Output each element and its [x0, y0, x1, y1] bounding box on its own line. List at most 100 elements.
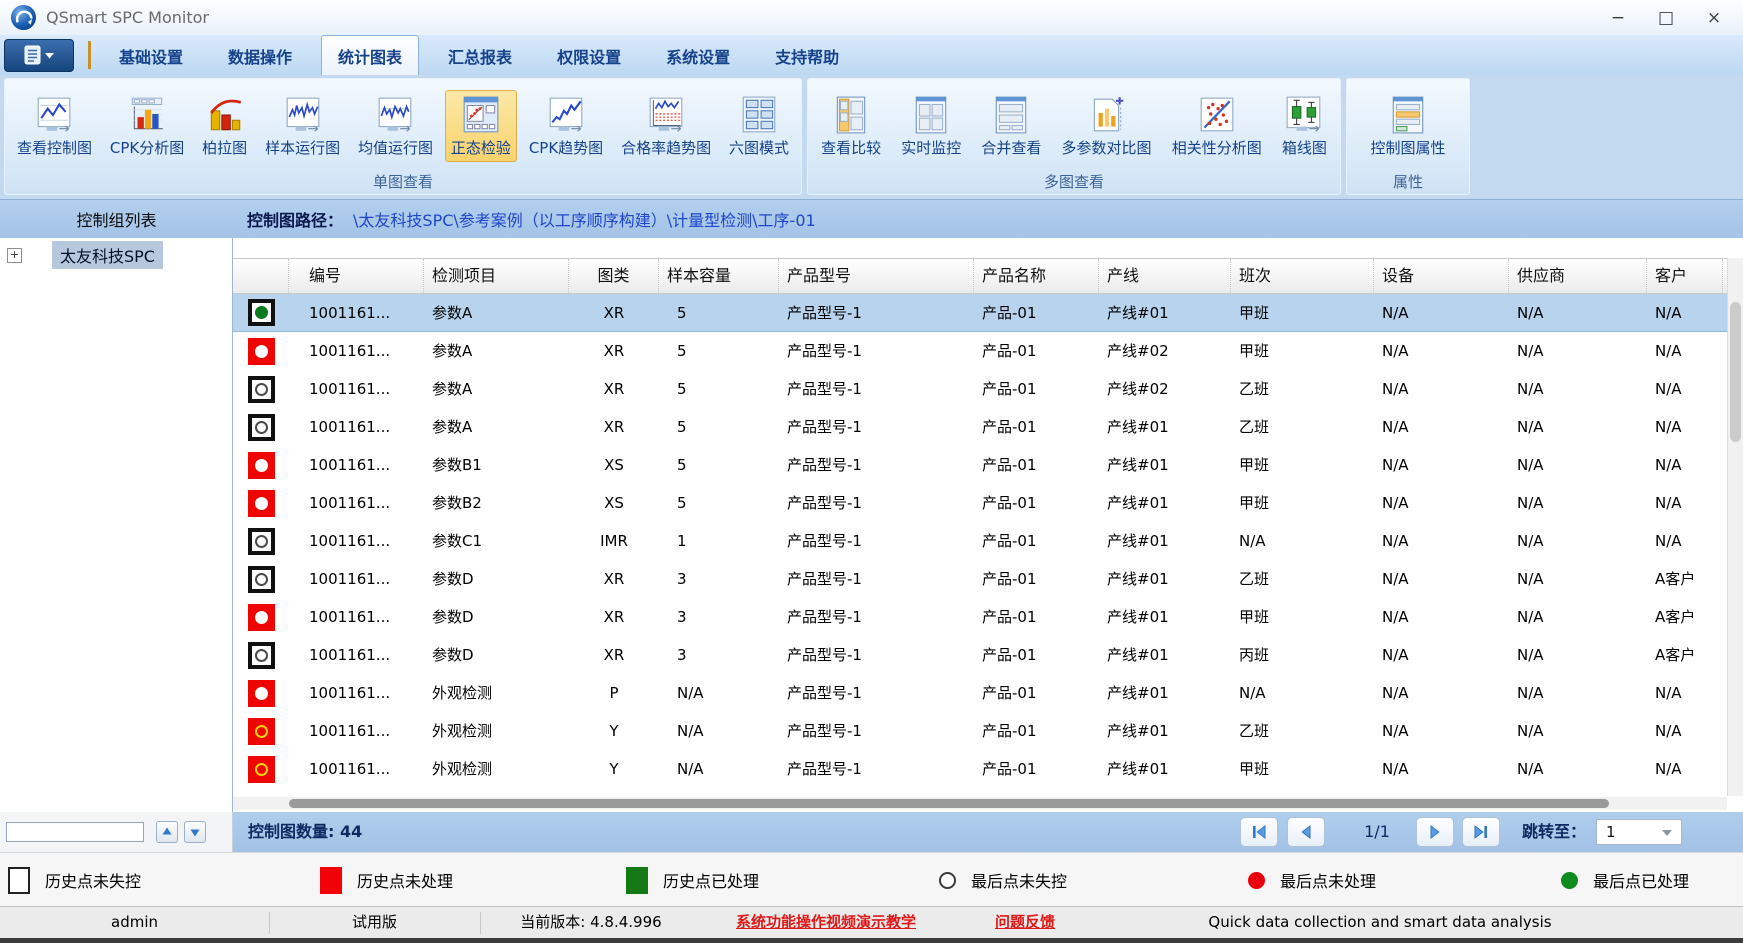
- vertical-scrollbar-thumb[interactable]: [1730, 302, 1741, 442]
- ribbon-button-control-chart-props[interactable]: 控制图属性: [1364, 90, 1451, 162]
- video-tutorial-link[interactable]: 系统功能操作视频演示教学: [702, 907, 950, 938]
- column-header[interactable]: 设备: [1374, 259, 1509, 293]
- ribbon-button-multi-param-compare[interactable]: 多参数对比图: [1056, 90, 1158, 162]
- ribbon-button-label: 合并查看: [981, 137, 1041, 158]
- tab-basic-settings[interactable]: 基础设置: [103, 36, 199, 75]
- column-header[interactable]: 编号: [289, 259, 424, 293]
- prev-page-button[interactable]: [1287, 817, 1325, 847]
- main-body: + 太友科技SPC 编号检测项目图类样本容量产品型号产品名称产线班次设备供应商客…: [0, 238, 1743, 812]
- column-header[interactable]: 产品名称: [974, 259, 1099, 293]
- column-header[interactable]: 图类: [569, 259, 659, 293]
- table-cell: 乙班: [1231, 712, 1374, 750]
- table-row[interactable]: 1001161...参数DXR3产品型号-1产品-01产线#01丙班N/AN/A…: [233, 636, 1727, 674]
- ribbon-button-mean-run[interactable]: 均值运行图: [352, 90, 439, 162]
- table-row[interactable]: 1001161...参数AXR5产品型号-1产品-01产线#01甲班N/AN/A…: [233, 294, 1727, 332]
- table-cell: 产品型号-1: [779, 446, 974, 484]
- table-cell: 1001161...: [289, 484, 424, 522]
- table-cell: 1001161...: [289, 712, 424, 750]
- maximize-button[interactable]: □: [1655, 8, 1677, 28]
- table-row[interactable]: 1001161...外观检测YN/A产品型号-1产品-01产线#01乙班N/AN…: [233, 712, 1727, 750]
- table-row[interactable]: 1001161...参数AXR5产品型号-1产品-01产线#01乙班N/AN/A…: [233, 408, 1727, 446]
- ribbon-button-view-compare[interactable]: 查看比较: [815, 90, 887, 162]
- vertical-scrollbar[interactable]: [1727, 258, 1743, 796]
- column-header[interactable]: 产品型号: [779, 259, 974, 293]
- pareto-icon: [205, 95, 245, 135]
- table-cell: 参数D: [424, 598, 569, 636]
- tab-permission-settings[interactable]: 权限设置: [541, 36, 637, 75]
- goto-page-select[interactable]: 1: [1596, 819, 1682, 845]
- multi-param-compare-icon: [1087, 95, 1127, 135]
- horizontal-scrollbar-thumb[interactable]: [289, 799, 1609, 808]
- move-down-button[interactable]: [184, 821, 206, 843]
- tree-node-root[interactable]: + 太友科技SPC: [0, 242, 232, 268]
- ribbon-button-cpk-trend[interactable]: CPK趋势图: [523, 90, 609, 162]
- legend-item: 历史点已处理: [626, 853, 759, 907]
- legend-sq-white-mark: [8, 867, 30, 894]
- ribbon-button-pass-rate-trend[interactable]: 合格率趋势图: [615, 90, 717, 162]
- table-row[interactable]: 1001161...参数DXR3产品型号-1产品-01产线#01甲班N/AN/A…: [233, 598, 1727, 636]
- ribbon-button-merged-view[interactable]: 合并查看: [975, 90, 1047, 162]
- tab-data-operations[interactable]: 数据操作: [212, 36, 308, 75]
- table-cell: 产品-01: [974, 446, 1099, 484]
- close-button[interactable]: ×: [1703, 8, 1725, 28]
- table-row[interactable]: 1001161...参数B2XS5产品型号-1产品-01产线#01甲班N/AN/…: [233, 484, 1727, 522]
- app-menu-button[interactable]: [4, 39, 74, 72]
- tab-system-settings[interactable]: 系统设置: [650, 36, 746, 75]
- tab-support-help[interactable]: 支持帮助: [759, 36, 855, 75]
- table-cell: N/A: [1374, 484, 1509, 522]
- tab-statistical-charts[interactable]: 统计图表: [321, 35, 419, 75]
- ribbon-button-sample-run[interactable]: 样本运行图: [259, 90, 346, 162]
- ribbon-button-boxplot[interactable]: 箱线图: [1276, 90, 1333, 162]
- table-cell: 外观检测: [424, 750, 569, 788]
- column-header[interactable]: 班次: [1231, 259, 1374, 293]
- window-title: QSmart SPC Monitor: [46, 8, 209, 27]
- table-cell: N/A: [1509, 560, 1647, 598]
- column-header[interactable]: 检测项目: [424, 259, 569, 293]
- ribbon-button-correlation-analysis[interactable]: 相关性分析图: [1166, 90, 1268, 162]
- ribbon-button-pareto[interactable]: 柏拉图: [196, 90, 253, 162]
- move-up-button[interactable]: [156, 821, 178, 843]
- table-row[interactable]: 1001161...参数AXR5产品型号-1产品-01产线#02甲班N/AN/A…: [233, 332, 1727, 370]
- table-cell: 产品型号-1: [779, 294, 974, 331]
- table-row[interactable]: 1001161...参数AXR5产品型号-1产品-01产线#02乙班N/AN/A…: [233, 370, 1727, 408]
- tab-summary-reports[interactable]: 汇总报表: [432, 36, 528, 75]
- prev-page-icon: [1297, 824, 1315, 840]
- feedback-link[interactable]: 问题反馈: [950, 907, 1100, 938]
- column-header[interactable]: 样本容量: [659, 259, 779, 293]
- column-header[interactable]: 供应商: [1509, 259, 1647, 293]
- table-cell: 1001161...: [289, 446, 424, 484]
- minimize-button[interactable]: −: [1607, 8, 1629, 28]
- horizontal-scrollbar[interactable]: [233, 797, 1727, 810]
- table-row[interactable]: 1001161...参数C1IMR1产品型号-1产品-01产线#01N/AN/A…: [233, 522, 1727, 560]
- table-cell: 产品型号-1: [779, 560, 974, 598]
- last-page-button[interactable]: [1462, 817, 1500, 847]
- pass-rate-trend-icon: [646, 95, 686, 135]
- table-cell: N/A: [1509, 750, 1647, 788]
- next-page-button[interactable]: [1416, 817, 1454, 847]
- tree-search-input[interactable]: [6, 822, 144, 842]
- ribbon-button-normality-test[interactable]: 正态检验: [445, 90, 517, 162]
- table-cell: 1001161...: [289, 370, 424, 408]
- ribbon-group-label: 多图查看: [808, 172, 1340, 194]
- table-row[interactable]: 1001161...参数B1XS5产品型号-1产品-01产线#01甲班N/AN/…: [233, 446, 1727, 484]
- legend-item: 最后点已处理: [1561, 853, 1689, 907]
- column-header[interactable]: 产线: [1099, 259, 1231, 293]
- ribbon-button-realtime-monitor[interactable]: 实时监控: [895, 90, 967, 162]
- tree-node-label[interactable]: 太友科技SPC: [52, 241, 163, 269]
- ribbon-button-label: 控制图属性: [1370, 137, 1445, 158]
- table-row[interactable]: 1001161...参数DXR3产品型号-1产品-01产线#01乙班N/AN/A…: [233, 560, 1727, 598]
- tree-expand-icon[interactable]: +: [7, 248, 22, 263]
- table-row[interactable]: 1001161...外观检测PN/A产品型号-1产品-01产线#01N/AN/A…: [233, 674, 1727, 712]
- table-cell: Y: [569, 750, 659, 788]
- column-header[interactable]: 客户: [1647, 259, 1723, 293]
- table-cell: N/A: [1509, 636, 1647, 674]
- ribbon-button-view-control-chart[interactable]: 查看控制图: [11, 90, 98, 162]
- ribbon-button-cpk-analysis[interactable]: CPK分析图: [104, 90, 190, 162]
- status-red-dot-icon: [248, 604, 275, 631]
- table-cell: N/A: [1647, 522, 1723, 560]
- ribbon-button-six-chart-mode[interactable]: 六图模式: [723, 90, 795, 162]
- column-header[interactable]: [233, 259, 289, 293]
- table-cell: 产品-01: [974, 560, 1099, 598]
- table-row[interactable]: 1001161...外观检测YN/A产品型号-1产品-01产线#01甲班N/AN…: [233, 750, 1727, 788]
- first-page-button[interactable]: [1240, 817, 1278, 847]
